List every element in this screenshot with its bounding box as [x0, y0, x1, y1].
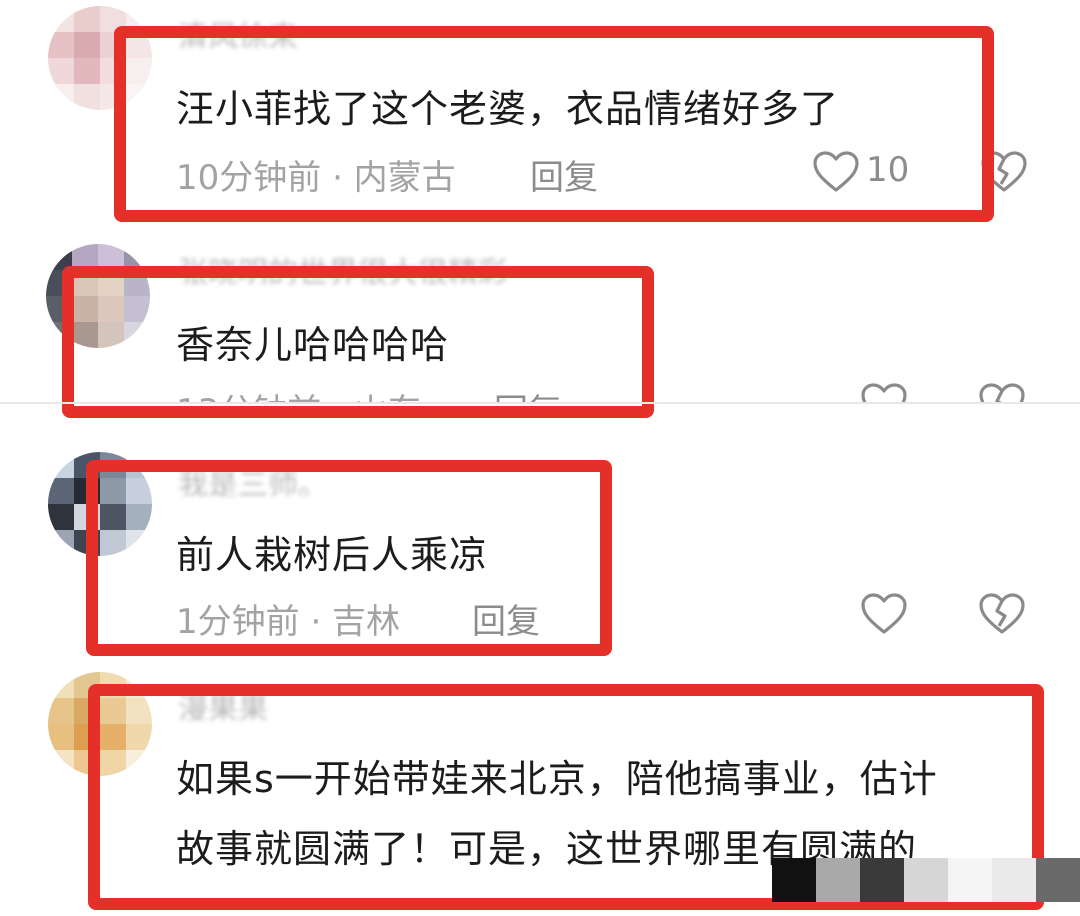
reply-button[interactable]: 回复: [530, 150, 598, 199]
comment-text: 香奈儿哈哈哈哈: [176, 323, 450, 367]
avatar[interactable]: [48, 452, 152, 556]
like-count: 10: [866, 150, 910, 190]
heart-outline-icon[interactable]: [860, 592, 908, 636]
heart-outline-icon[interactable]: [860, 382, 908, 402]
broken-heart-icon[interactable]: [978, 592, 1026, 636]
username[interactable]: 我是三师。: [178, 460, 358, 496]
comment-meta-row: 13分钟前 · 山东 回复: [0, 380, 1080, 402]
comment-meta: 10分钟前 · 内蒙古: [176, 158, 456, 198]
broken-heart-icon[interactable]: [980, 150, 1028, 194]
username[interactable]: 张晓明的世界很大很精彩: [178, 248, 738, 284]
avatar[interactable]: [48, 6, 152, 110]
avatar[interactable]: [46, 244, 150, 348]
reply-button[interactable]: 回复: [472, 594, 540, 643]
comment-meta: 13分钟前 · 山东: [176, 384, 422, 402]
username[interactable]: 漫果果: [178, 684, 348, 720]
comment-text-line-1: 如果s一开始带娃来北京，陪他搞事业，估计: [176, 757, 938, 801]
comment-meta: 1分钟前 · 吉林: [176, 602, 401, 642]
heart-outline-icon[interactable]: [812, 150, 860, 194]
reply-button[interactable]: 回复: [494, 384, 562, 402]
username[interactable]: 清风徐来: [178, 12, 338, 48]
screenshot-seam: [0, 402, 1080, 404]
pixelated-watermark: [772, 858, 1080, 902]
comment-text: 汪小菲找了这个老婆，衣品情绪好多了: [176, 87, 840, 131]
comment-text: 前人栽树后人乘凉: [176, 533, 489, 577]
avatar[interactable]: [48, 672, 152, 776]
broken-heart-icon[interactable]: [978, 382, 1026, 402]
